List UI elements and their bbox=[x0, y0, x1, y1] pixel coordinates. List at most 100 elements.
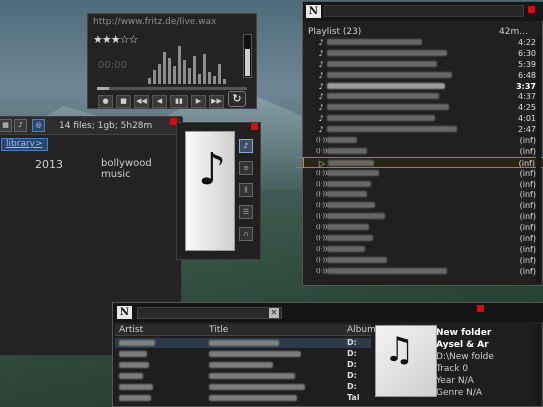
playlist-row[interactable]: ♪ 6:48 bbox=[303, 70, 543, 81]
transport-button[interactable]: ◀◀ bbox=[134, 95, 149, 108]
network-icon[interactable]: ◎ bbox=[32, 119, 45, 132]
playlist-row[interactable]: ((·)) (inf) bbox=[303, 244, 543, 255]
playlist-row[interactable]: ((·)) (inf) bbox=[303, 222, 543, 233]
playlist-row[interactable]: ♪ 3:37 bbox=[303, 81, 543, 92]
artist-blurred bbox=[119, 340, 155, 346]
browser-search-input[interactable] bbox=[137, 307, 282, 319]
playlist-row[interactable]: ((·)) (inf) bbox=[303, 146, 543, 157]
radio-stream-icon: ((·)) bbox=[316, 245, 328, 253]
headphones-icon[interactable]: ∩ bbox=[239, 227, 253, 241]
app-logo-icon[interactable]: N bbox=[117, 306, 132, 319]
playlist-scrollbar[interactable] bbox=[536, 37, 541, 282]
track-duration: (inf) bbox=[519, 212, 536, 222]
playlist-row[interactable]: ((·)) (inf) bbox=[303, 255, 543, 266]
track-title-blurred bbox=[327, 147, 367, 154]
track-title-blurred bbox=[327, 82, 445, 89]
library-stats: 14 files; 1gb; 5h28m bbox=[59, 121, 153, 131]
artist-blurred bbox=[119, 373, 143, 379]
clear-search-icon[interactable]: ✕ bbox=[269, 308, 279, 318]
music-note-icon[interactable]: ♪ bbox=[239, 139, 253, 153]
title-blurred bbox=[209, 351, 301, 357]
playlist-row[interactable]: ♪ 4:01 bbox=[303, 113, 543, 124]
album-thumbnail: ♫ bbox=[375, 325, 437, 397]
title-blurred bbox=[209, 362, 273, 368]
playlist-row[interactable]: ((·)) (inf) bbox=[303, 233, 543, 244]
playlist-total-duration: 42m... bbox=[499, 27, 528, 37]
music-note-icon[interactable]: ♪ bbox=[14, 119, 27, 132]
track-title-blurred bbox=[327, 202, 375, 209]
playlist-row[interactable]: ▷ (inf) bbox=[296, 156, 543, 168]
browser-row[interactable]: D: bbox=[115, 371, 371, 381]
playlist-row[interactable]: ♪ 5:39 bbox=[303, 59, 543, 70]
track-title-blurred bbox=[327, 115, 435, 122]
rating-stars[interactable]: ★★★☆☆ bbox=[93, 33, 138, 46]
artist-blurred bbox=[119, 351, 147, 357]
column-artist[interactable]: Artist bbox=[119, 325, 143, 335]
album-path: D: bbox=[347, 338, 357, 347]
equalizer-icon[interactable]: ⫼ bbox=[239, 183, 253, 197]
playlist-search-input[interactable] bbox=[324, 5, 524, 17]
transport-button[interactable]: ■ bbox=[116, 95, 131, 108]
music-note-icon: ♪ bbox=[318, 59, 324, 69]
time-display: 00:00 bbox=[98, 60, 127, 71]
track-duration: (inf) bbox=[519, 244, 536, 254]
browser-row[interactable]: D: bbox=[115, 338, 371, 348]
playlist-row[interactable]: ((·)) (inf) bbox=[303, 200, 543, 211]
browser-row[interactable]: D: bbox=[115, 349, 371, 359]
close-icon[interactable] bbox=[477, 305, 484, 312]
music-note-icon: ♪ bbox=[318, 38, 324, 47]
playlist-row[interactable]: ((·)) (inf) bbox=[303, 179, 543, 190]
app-logo-icon[interactable]: N bbox=[306, 5, 321, 18]
title-blurred bbox=[209, 373, 295, 379]
playlist-row[interactable]: ♪ 6:30 bbox=[303, 48, 543, 59]
transport-button[interactable]: ● bbox=[98, 95, 113, 108]
transport-button[interactable]: ▮▮ bbox=[170, 95, 188, 108]
view-toggle-icon[interactable]: ▦ bbox=[0, 119, 12, 132]
playlist-row[interactable]: ((·)) (inf) bbox=[303, 168, 543, 179]
title-blurred bbox=[209, 384, 305, 390]
browser-row[interactable]: D: bbox=[115, 360, 371, 370]
radio-stream-icon: ((·)) bbox=[316, 180, 328, 188]
track-title-blurred bbox=[327, 60, 437, 67]
radio-stream-icon: ((·)) bbox=[316, 256, 328, 264]
playlist-row[interactable]: ♪ 4:22 bbox=[303, 37, 543, 48]
stream-url: http://www.fritz.de/live.wax bbox=[93, 17, 217, 27]
playlist-row[interactable]: ♪ 2:47 bbox=[303, 124, 543, 135]
column-album[interactable]: Album bbox=[347, 325, 376, 335]
year-value[interactable]: 2013 bbox=[35, 158, 63, 171]
transport-button[interactable]: ◀ bbox=[152, 95, 167, 108]
close-icon[interactable] bbox=[251, 123, 258, 130]
genre-value[interactable]: bollywood music bbox=[101, 158, 181, 180]
repeat-button[interactable]: ↻ bbox=[228, 91, 246, 107]
artist-blurred bbox=[119, 362, 149, 368]
list-icon[interactable]: ≡ bbox=[239, 161, 253, 175]
close-icon[interactable] bbox=[528, 6, 535, 13]
volume-slider[interactable] bbox=[243, 34, 252, 78]
playlist-row[interactable]: ♪ 4:25 bbox=[303, 102, 543, 113]
library-toolbar: ▦ ♪ ◎ 14 files; 1gb; 5h28m bbox=[0, 117, 183, 135]
playlist-row[interactable]: ((·)) (inf) bbox=[303, 135, 543, 146]
browser-row[interactable]: Tal bbox=[115, 393, 371, 403]
track-duration: (inf) bbox=[519, 201, 536, 211]
track-duration: (inf) bbox=[519, 223, 536, 233]
breadcrumb[interactable]: library> bbox=[1, 138, 48, 151]
track-title-blurred bbox=[327, 191, 367, 198]
playlist-row[interactable]: ((·)) (inf) bbox=[303, 266, 543, 277]
playlist-row[interactable]: ♪ 4:37 bbox=[303, 91, 543, 102]
track-title-blurred bbox=[327, 104, 449, 111]
transport-controls: ● ■ ◀◀ ◀ ▮▮ ▶ ▶▶ bbox=[98, 95, 224, 108]
browser-header: N ✕ bbox=[113, 303, 543, 322]
browser-row[interactable]: D: bbox=[115, 382, 371, 392]
settings-icon[interactable]: ☰ bbox=[239, 205, 253, 219]
browser-scrollbar[interactable] bbox=[533, 324, 541, 404]
track-duration: (inf) bbox=[519, 179, 536, 189]
playlist-row[interactable]: ((·)) (inf) bbox=[303, 189, 543, 200]
track-duration: 4:01 bbox=[518, 114, 536, 124]
seek-bar[interactable] bbox=[97, 87, 247, 90]
transport-button[interactable]: ▶ bbox=[191, 95, 206, 108]
music-note-icon: ♪ bbox=[318, 92, 324, 102]
transport-button[interactable]: ▶▶ bbox=[209, 95, 224, 108]
radio-stream-icon: ((·)) bbox=[316, 169, 328, 177]
column-title[interactable]: Title bbox=[209, 325, 228, 335]
playlist-row[interactable]: ((·)) (inf) bbox=[303, 211, 543, 222]
